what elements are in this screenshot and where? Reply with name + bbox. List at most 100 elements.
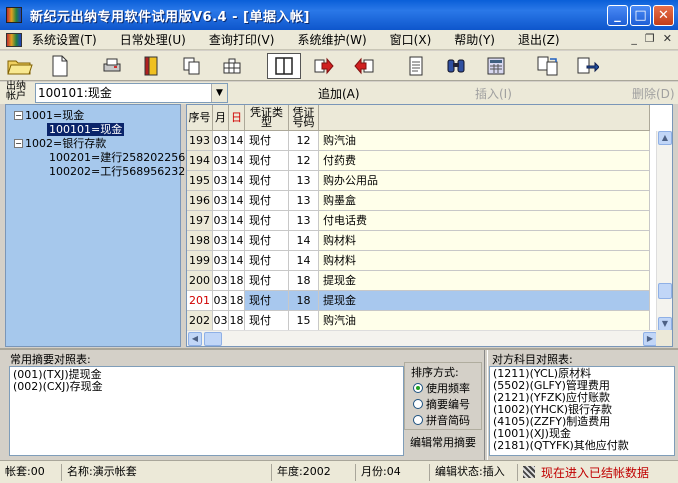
notebook-icon[interactable] (135, 53, 169, 79)
cell-month[interactable]: 03 (213, 191, 229, 211)
copy-icon[interactable] (175, 53, 209, 79)
cell-voucher-no[interactable]: 18 (289, 271, 319, 291)
edit-phrases-button[interactable]: 编辑常用摘要 (404, 434, 482, 454)
scroll-thumb[interactable] (658, 283, 672, 299)
cell-voucher-no[interactable]: 12 (289, 151, 319, 171)
cell-summary[interactable]: 购材料 (319, 251, 650, 271)
cell-month[interactable]: 03 (213, 271, 229, 291)
cell-day[interactable]: 18 (229, 291, 245, 311)
cell-day[interactable]: 14 (229, 131, 245, 151)
account-select[interactable]: 100101:现金 ▼ (35, 83, 228, 103)
delete-button[interactable]: 删除(D) (632, 85, 676, 102)
cell-month[interactable]: 03 (213, 211, 229, 231)
cell-month[interactable]: 03 (213, 311, 229, 331)
table-row[interactable]: 202 03 18 现付 15 购汽油 (187, 311, 650, 331)
cell-day[interactable]: 18 (229, 311, 245, 331)
mdi-restore-button[interactable]: ❐ (645, 32, 655, 45)
cell-voucher-type[interactable]: 现付 (245, 211, 289, 231)
cell-voucher-type[interactable]: 现付 (245, 131, 289, 151)
cell-summary[interactable]: 付药费 (319, 151, 650, 171)
maximize-button[interactable]: □ (630, 5, 651, 26)
cell-month[interactable]: 03 (213, 171, 229, 191)
mdi-document-icon[interactable] (6, 32, 22, 47)
cell-seq[interactable]: 197 (187, 211, 213, 231)
radio-icon[interactable] (413, 383, 423, 393)
cell-day[interactable]: 14 (229, 251, 245, 271)
cell-seq[interactable]: 196 (187, 191, 213, 211)
scroll-right-icon[interactable]: ▶ (643, 332, 657, 346)
table-row[interactable]: 196 03 14 现付 13 购墨盒 (187, 191, 650, 211)
cell-voucher-type[interactable]: 现付 (245, 251, 289, 271)
radio-icon[interactable] (413, 415, 423, 425)
table-row[interactable]: 193 03 14 现付 12 购汽油 (187, 131, 650, 151)
cell-voucher-no[interactable]: 15 (289, 311, 319, 331)
arrow-right-icon[interactable] (307, 53, 341, 79)
horizontal-scrollbar[interactable]: ◀ ▶ (187, 330, 658, 346)
scroll-up-icon[interactable]: ▲ (658, 131, 672, 145)
cell-day[interactable]: 14 (229, 151, 245, 171)
tree-node-1002[interactable]: −1002=银行存款 (14, 137, 106, 150)
cell-voucher-no[interactable]: 13 (289, 171, 319, 191)
cell-seq[interactable]: 199 (187, 251, 213, 271)
document-icon[interactable] (399, 53, 433, 79)
menu-exit[interactable]: 退出(Z) (518, 31, 574, 48)
cell-seq[interactable]: 195 (187, 171, 213, 191)
cell-voucher-no[interactable]: 18 (289, 291, 319, 311)
cell-voucher-type[interactable]: 现付 (245, 271, 289, 291)
cell-day[interactable]: 18 (229, 271, 245, 291)
tree-node-1001[interactable]: −1001=现金 (14, 109, 84, 122)
table-row[interactable]: 198 03 14 现付 14 购材料 (187, 231, 650, 251)
table-row[interactable]: 199 03 14 现付 14 购材料 (187, 251, 650, 271)
arrow-left-icon[interactable] (347, 53, 381, 79)
sort-by-frequency[interactable]: 使用频率 (413, 380, 470, 396)
close-button[interactable]: ✕ (653, 5, 674, 26)
cell-seq[interactable]: 202 (187, 311, 213, 331)
transfer-icon[interactable] (531, 53, 565, 79)
cell-day[interactable]: 14 (229, 231, 245, 251)
sort-by-code[interactable]: 摘要编号 (413, 396, 470, 412)
menu-window[interactable]: 窗口(X) (390, 31, 455, 48)
split-view-icon[interactable] (267, 52, 301, 79)
export-icon[interactable] (571, 53, 605, 79)
cell-voucher-type[interactable]: 现付 (245, 151, 289, 171)
list-item[interactable]: (2181)(QTYFK)其他应付款 (493, 440, 671, 452)
cell-month[interactable]: 03 (213, 231, 229, 251)
menu-query-print[interactable]: 查询打印(V) (209, 31, 298, 48)
menu-system-maintenance[interactable]: 系统维护(W) (297, 31, 389, 48)
list-item[interactable]: (002)(CXJ)存现金 (13, 381, 400, 393)
collapse-icon[interactable]: − (14, 139, 23, 148)
cell-day[interactable]: 14 (229, 211, 245, 231)
scroll-left-icon[interactable]: ◀ (188, 332, 202, 346)
table-row[interactable]: 194 03 14 现付 12 付药费 (187, 151, 650, 171)
tree-node-100201[interactable]: 100201=建行258202256 (49, 151, 185, 164)
tree-node-100101[interactable]: 100101=现金 (47, 123, 125, 136)
cell-voucher-no[interactable]: 14 (289, 231, 319, 251)
cell-month[interactable]: 03 (213, 291, 229, 311)
collapse-icon[interactable]: − (14, 111, 23, 120)
cell-seq[interactable]: 201 (187, 291, 213, 311)
cell-voucher-type[interactable]: 现付 (245, 191, 289, 211)
mdi-minimize-button[interactable]: _ (631, 32, 637, 45)
calculator-icon[interactable] (479, 53, 513, 79)
splitter[interactable] (0, 348, 678, 350)
table-row[interactable]: 197 03 14 现付 13 付电话费 (187, 211, 650, 231)
cell-voucher-no[interactable]: 12 (289, 131, 319, 151)
cell-summary[interactable]: 购材料 (319, 231, 650, 251)
table-row[interactable]: 200 03 18 现付 18 提现金 (187, 271, 650, 291)
table-row[interactable]: 201 03 18 现付 18 提现金 (187, 291, 650, 311)
cell-seq[interactable]: 193 (187, 131, 213, 151)
cell-month[interactable]: 03 (213, 131, 229, 151)
minimize-button[interactable]: _ (607, 5, 628, 26)
cell-voucher-type[interactable]: 现付 (245, 311, 289, 331)
cell-summary[interactable]: 提现金 (319, 291, 650, 311)
cell-seq[interactable]: 194 (187, 151, 213, 171)
add-button[interactable]: 追加(A) (318, 85, 360, 102)
sort-by-pinyin[interactable]: 拼音简码 (413, 412, 470, 428)
cell-month[interactable]: 03 (213, 151, 229, 171)
new-document-icon[interactable] (43, 53, 77, 79)
cell-month[interactable]: 03 (213, 251, 229, 271)
print-icon[interactable] (95, 53, 129, 79)
menu-help[interactable]: 帮助(Y) (454, 31, 518, 48)
cell-summary[interactable]: 付电话费 (319, 211, 650, 231)
cell-summary[interactable]: 购办公用品 (319, 171, 650, 191)
